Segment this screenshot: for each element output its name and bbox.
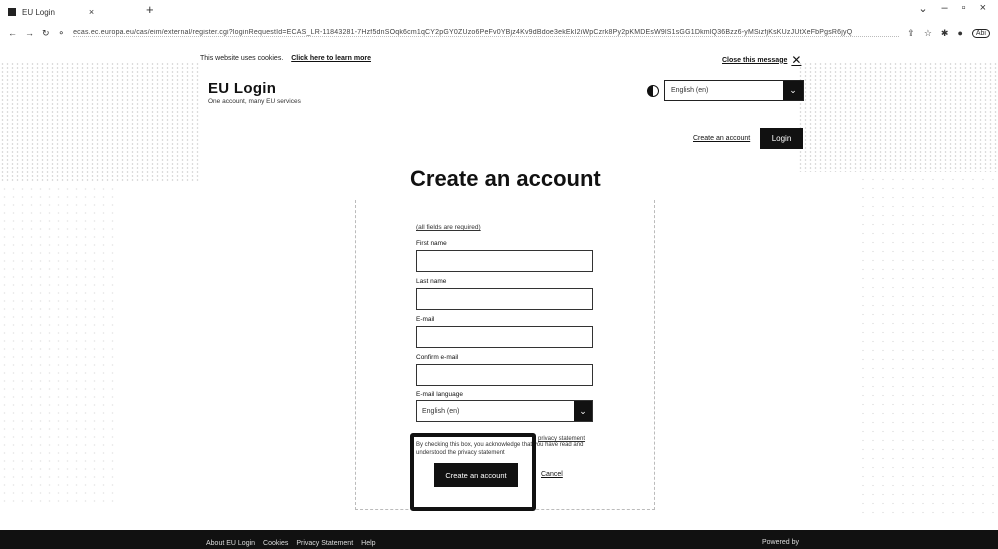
new-tab-icon[interactable]: + [146, 2, 154, 17]
extensions-icon[interactable]: ✱ [941, 28, 949, 39]
cancel-link[interactable]: Cancel [541, 471, 563, 478]
profile-button[interactable]: Abi [971, 28, 990, 38]
footer: About EU Login Cookies Privacy Statement… [0, 530, 998, 549]
address-bar: ← → ↻ ⚬ ecas.ec.europa.eu/cas/eim/extern… [0, 22, 998, 44]
language-select-value: English (en) [671, 87, 709, 94]
close-message-button[interactable]: Close this message ✕ [722, 53, 801, 67]
brand-subtitle: One account, many EU services [208, 98, 301, 105]
email-language-value: English (en) [422, 408, 460, 415]
forward-icon[interactable]: → [25, 28, 34, 38]
footer-link-help[interactable]: Help [361, 540, 375, 547]
first-name-field[interactable] [416, 250, 593, 272]
chevron-down-icon[interactable]: ⌄ [918, 2, 927, 15]
page-title: Create an account [410, 166, 601, 191]
brand-title: EU Login [208, 80, 277, 97]
email-language-select[interactable]: English (en) ⌄ [416, 400, 593, 422]
footer-link-about[interactable]: About EU Login [206, 540, 255, 547]
share-icon[interactable]: ⇪ [907, 28, 915, 39]
language-select[interactable]: English (en) ⌄ [664, 80, 804, 101]
tab-title: EU Login [22, 7, 55, 17]
maximize-icon[interactable]: ▫ [962, 2, 966, 15]
email-language-label: E-mail language [416, 391, 463, 398]
background-texture-left [0, 62, 200, 182]
browser-tab[interactable]: EU Login × [8, 5, 158, 19]
last-name-label: Last name [416, 278, 447, 285]
last-name-field[interactable] [416, 288, 593, 310]
confirm-email-field[interactable] [416, 364, 593, 386]
footer-links: About EU Login Cookies Privacy Statement… [206, 540, 376, 547]
privacy-statement-link[interactable]: privacy statement [538, 435, 585, 443]
cookie-notice: This website uses cookies. Click here to… [200, 55, 371, 62]
url-field[interactable]: ecas.ec.europa.eu/cas/eim/external/regis… [73, 29, 900, 37]
create-account-button[interactable]: Create an account [434, 463, 518, 487]
email-field[interactable] [416, 326, 593, 348]
chevron-down-icon[interactable]: ⌄ [783, 81, 803, 100]
background-texture-left-lower [0, 185, 120, 505]
background-texture-right-lower [858, 175, 998, 515]
cookie-notice-text: This website uses cookies. [200, 55, 284, 62]
brand: EU Login One account, many EU services [208, 80, 301, 105]
back-icon[interactable]: ← [8, 28, 17, 38]
contrast-icon[interactable] [647, 85, 659, 97]
first-name-label: First name [416, 240, 447, 247]
powered-by: Powered by [762, 539, 799, 546]
site-info-icon[interactable]: ⚬ [58, 28, 66, 39]
email-label: E-mail [416, 316, 435, 323]
browser-tab-bar: EU Login × + ⌄ – ▫ × [0, 0, 998, 22]
reload-icon[interactable]: ↻ [42, 28, 50, 39]
tab-close-icon[interactable]: × [89, 7, 94, 17]
profile-icon[interactable]: ● [957, 28, 962, 38]
favicon-icon [8, 8, 16, 16]
footer-link-privacy[interactable]: Privacy Statement [296, 540, 353, 547]
create-account-link[interactable]: Create an account [693, 135, 750, 142]
required-fields-note: (all fields are required) [416, 224, 481, 231]
close-message-label: Close this message [722, 56, 788, 64]
cookie-learn-more-link[interactable]: Click here to learn more [291, 55, 371, 62]
bookmark-star-icon[interactable]: ☆ [924, 28, 932, 39]
background-texture-right [798, 62, 998, 172]
minimize-icon[interactable]: – [942, 2, 948, 15]
confirm-email-label: Confirm e-mail [416, 354, 459, 361]
close-icon[interactable]: ✕ [791, 53, 801, 67]
window-controls: ⌄ – ▫ × [918, 2, 986, 15]
close-window-icon[interactable]: × [980, 2, 986, 15]
chevron-down-icon[interactable]: ⌄ [574, 401, 592, 421]
login-button[interactable]: Login [760, 128, 803, 149]
footer-link-cookies[interactable]: Cookies [263, 540, 288, 547]
